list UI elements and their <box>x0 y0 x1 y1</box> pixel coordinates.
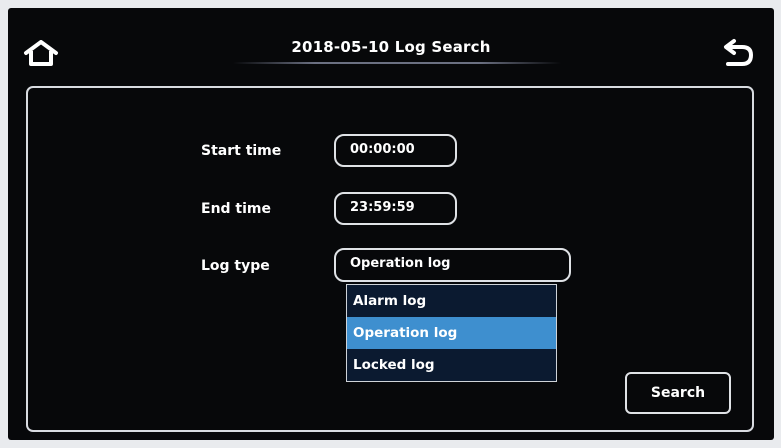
end-time-field[interactable]: 23:59:59 <box>334 192 457 225</box>
log-type-label: Log type <box>201 258 270 274</box>
start-time-field[interactable]: 00:00:00 <box>334 134 457 167</box>
option-operation-log[interactable]: Operation log <box>347 317 556 349</box>
log-type-dropdown: Alarm log Operation log Locked log <box>346 284 557 382</box>
header-bar: 2018-05-10 Log Search <box>8 8 774 88</box>
option-alarm-log[interactable]: Alarm log <box>347 285 556 317</box>
page-title: 2018-05-10 Log Search <box>291 38 491 56</box>
device-screen: 2018-05-10 Log Search Start time 00:00:0… <box>8 8 774 440</box>
start-time-label: Start time <box>201 143 282 159</box>
back-arrow-icon[interactable] <box>720 38 756 68</box>
end-time-label: End time <box>201 201 271 217</box>
search-button[interactable]: Search <box>625 372 731 414</box>
log-type-select[interactable]: Operation log <box>334 248 571 282</box>
title-underline <box>233 62 561 64</box>
option-locked-log[interactable]: Locked log <box>347 349 556 381</box>
